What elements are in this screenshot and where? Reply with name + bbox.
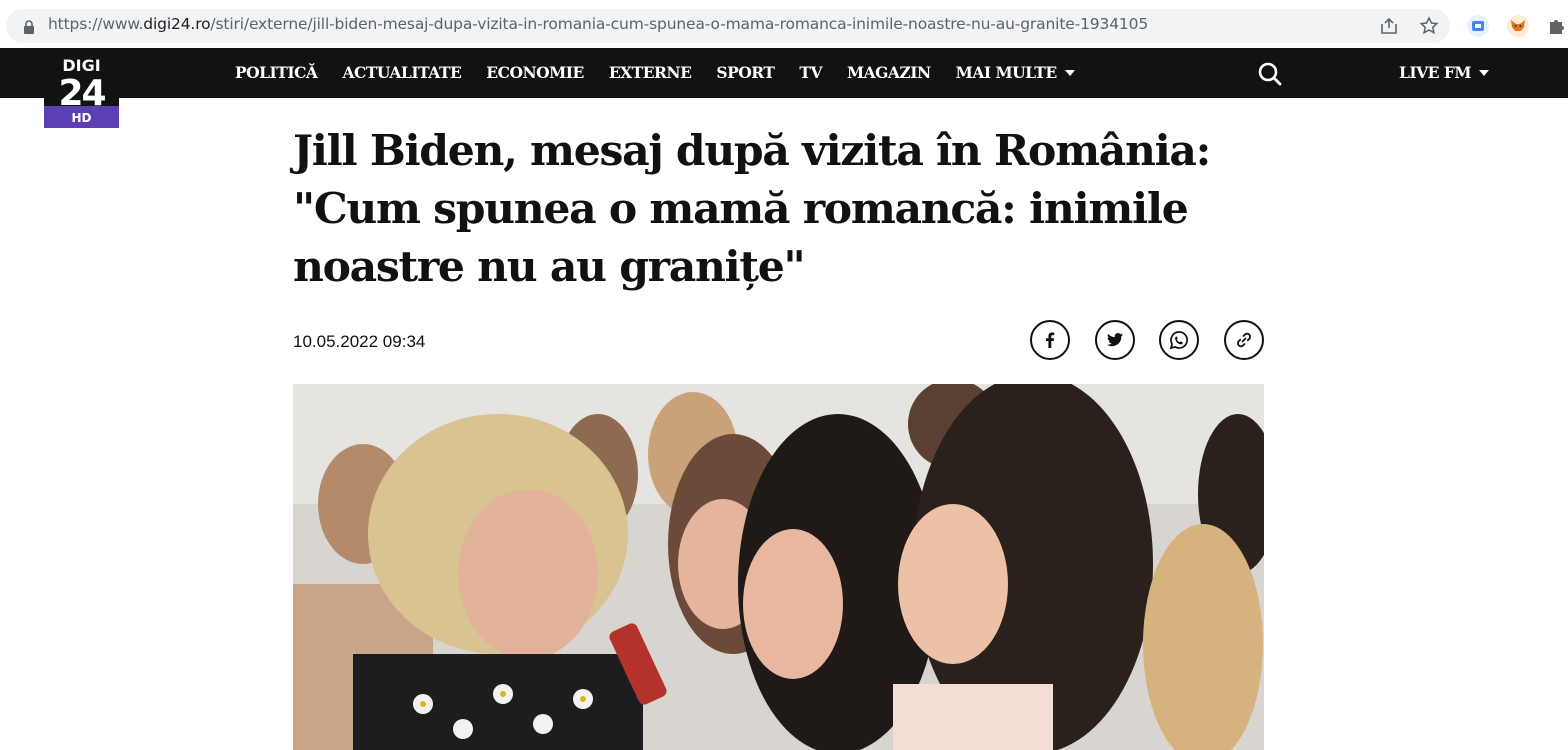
nav-item-actualitate[interactable]: ACTUALITATE (342, 63, 461, 83)
digi24-logo[interactable]: DIGI 24 HD (44, 55, 119, 128)
bookmark-star-icon[interactable] (1417, 14, 1441, 38)
chevron-down-icon (1479, 70, 1490, 76)
nav-item-mai-multe[interactable]: MAI MULTE (956, 63, 1075, 83)
twitter-icon (1107, 333, 1123, 347)
extensions-puzzle-icon[interactable] (1545, 14, 1568, 38)
main-nav: POLITICĂ ACTUALITATE ECONOMIE EXTERNE SP… (235, 63, 1075, 83)
facebook-icon (1046, 332, 1055, 348)
article-date: 10.05.2022 09:34 (293, 332, 426, 351)
url-prefix: https://www. (48, 15, 144, 33)
nav-item-politica[interactable]: POLITICĂ (235, 63, 318, 83)
nav-item-sport[interactable]: SPORT (716, 63, 775, 83)
lock-icon[interactable] (22, 19, 36, 35)
share-page-icon[interactable] (1377, 14, 1401, 38)
article-title: Jill Biden, mesaj după vizita în România… (293, 126, 1211, 292)
link-icon (1237, 332, 1251, 348)
url-domain: digi24.ro (143, 15, 211, 33)
nav-item-economie[interactable]: ECONOMIE (486, 63, 584, 83)
article-photo (293, 384, 1264, 750)
live-fm-dropdown[interactable]: LIVE FM (1399, 63, 1490, 83)
mai-multe-label: MAI MULTE (955, 63, 1058, 82)
logo-24-text: 24 (58, 73, 105, 114)
search-icon[interactable] (1257, 61, 1283, 87)
nav-item-magazin[interactable]: MAGAZIN (847, 63, 931, 83)
copy-link-button[interactable] (1224, 320, 1264, 360)
browser-toolbar: https://www.digi24.ro/stiri/externe/jill… (0, 0, 1568, 48)
nav-item-tv[interactable]: TV (799, 63, 822, 83)
chevron-down-icon (1064, 70, 1075, 76)
share-whatsapp-button[interactable] (1159, 320, 1199, 360)
translate-extension-icon[interactable] (1466, 14, 1490, 38)
nav-item-externe[interactable]: EXTERNE (609, 63, 692, 83)
article-photo-illustration (293, 384, 1264, 750)
whatsapp-icon (1169, 331, 1188, 350)
logo-hd-badge: HD (71, 111, 91, 125)
url-path: /stiri/externe/jill-biden-mesaj-dupa-viz… (210, 15, 1149, 33)
metamask-extension-icon[interactable] (1506, 14, 1530, 38)
url-text[interactable]: https://www.digi24.ro/stiri/externe/jill… (48, 15, 1148, 33)
share-twitter-button[interactable] (1095, 320, 1135, 360)
share-facebook-button[interactable] (1030, 320, 1070, 360)
live-fm-label: LIVE FM (1399, 63, 1472, 82)
